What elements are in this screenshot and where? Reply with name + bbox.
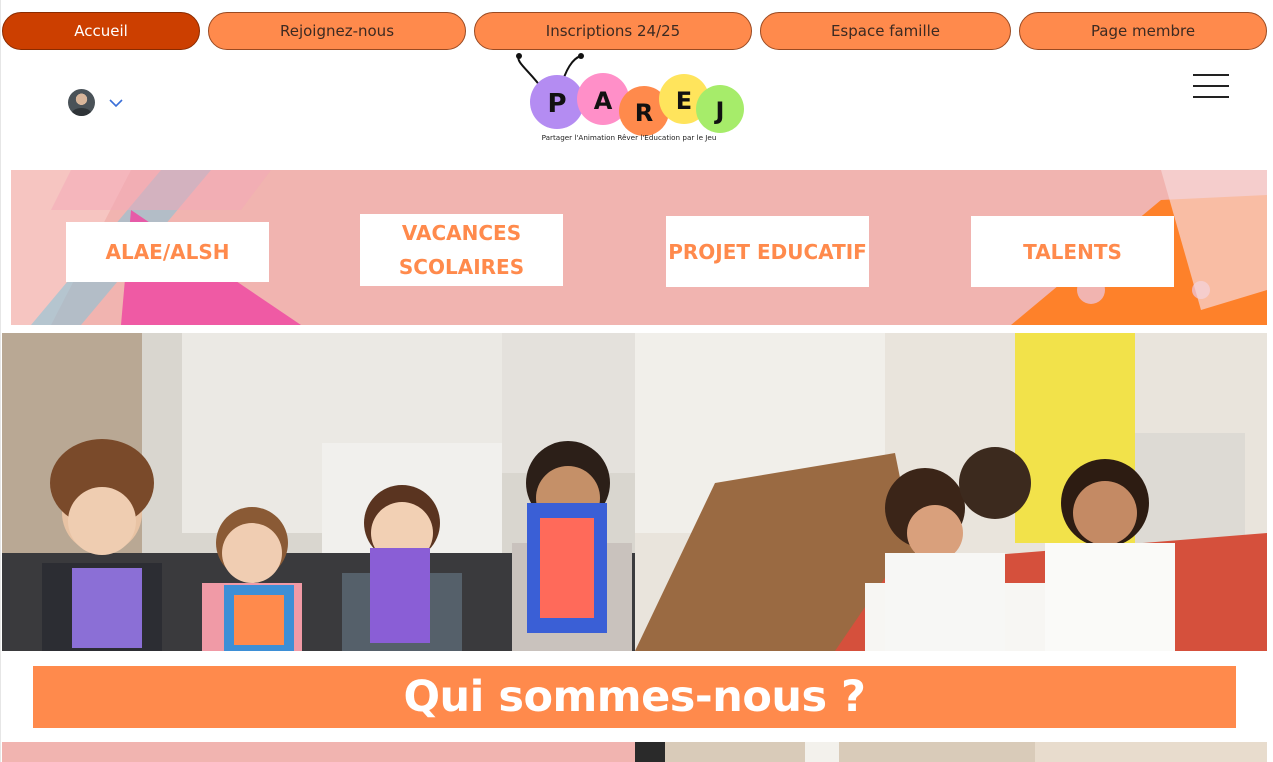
avatar[interactable] (68, 89, 95, 116)
parej-logo[interactable]: P A R E J Partager l'Animation Rêver l'E… (513, 52, 745, 148)
nav-item-page-membre[interactable]: Page membre (1019, 12, 1267, 50)
section-title-bar: Qui sommes-nous ? (33, 666, 1236, 728)
nav-item-accueil[interactable]: Accueil (2, 12, 200, 50)
category-vacances-scolaires-button[interactable]: VACANCES SCOLAIRES (360, 214, 563, 286)
logo-letter-p: P (547, 89, 566, 119)
category-projet-educatif-button[interactable]: PROJET EDUCATIF (666, 216, 869, 287)
hamburger-icon[interactable] (1193, 72, 1231, 100)
category-banner: ALAE/ALSH VACANCES SCOLAIRES PROJET EDUC… (11, 170, 1267, 325)
photo-girls-working (635, 333, 1267, 651)
page: Accueil Rejoignez-nous Inscriptions 24/2… (0, 0, 1273, 762)
nav-item-rejoignez-nous[interactable]: Rejoignez-nous (208, 12, 466, 50)
section-title: Qui sommes-nous ? (403, 672, 866, 722)
bottom-right-photo (635, 742, 1267, 762)
logo-letter-a: A (594, 87, 613, 115)
nav-item-inscriptions[interactable]: Inscriptions 24/25 (474, 12, 752, 50)
logo-tagline: Partager l'Animation Rêver l'Education p… (542, 133, 717, 142)
nav-item-espace-famille[interactable]: Espace famille (760, 12, 1011, 50)
category-talents-button[interactable]: TALENTS (971, 216, 1174, 287)
chevron-down-icon[interactable] (109, 96, 123, 110)
category-alae-alsh-button[interactable]: ALAE/ALSH (66, 222, 269, 282)
logo-letter-j: J (714, 97, 725, 125)
bottom-left-panel (2, 742, 635, 762)
photo-children-crafts (2, 333, 635, 651)
top-navigation: Accueil Rejoignez-nous Inscriptions 24/2… (2, 12, 1268, 50)
logo-letter-e: E (676, 87, 692, 115)
logo-letter-r: R (635, 99, 653, 127)
account-menu[interactable] (68, 89, 123, 116)
